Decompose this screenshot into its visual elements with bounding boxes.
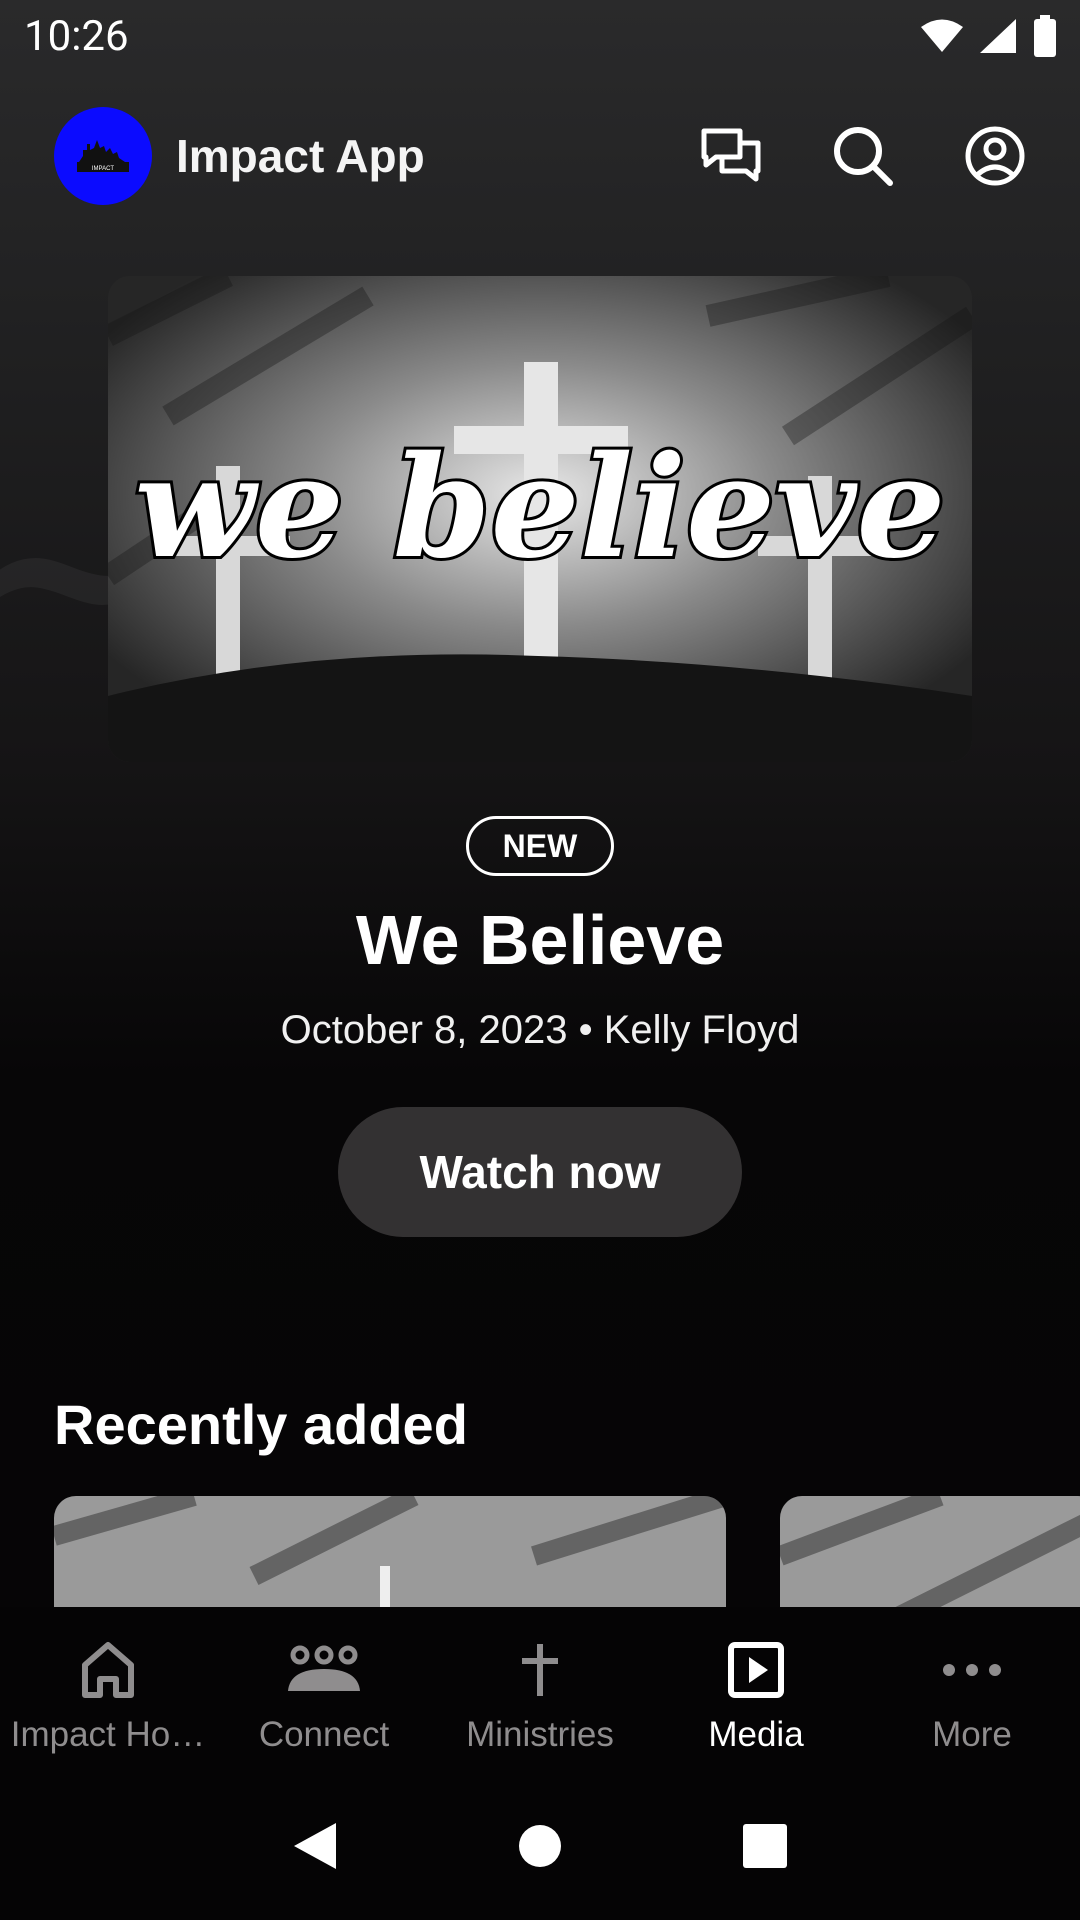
sermon-title: We Believe — [355, 901, 725, 979]
we-believe-artwork: we believe — [108, 276, 972, 762]
play-square-icon — [718, 1639, 794, 1701]
nav-label: Impact Ho… — [10, 1715, 206, 1754]
app-bar: IMPACT Impact App — [0, 104, 1080, 208]
nav-label: Connect — [258, 1715, 390, 1754]
people-group-icon — [286, 1639, 362, 1701]
bottom-navigation: Impact Ho… Connect Ministries Media More — [0, 1607, 1080, 1772]
recent-media-card[interactable] — [780, 1496, 1080, 1608]
watch-now-button[interactable]: Watch now — [338, 1107, 742, 1237]
recent-media-card[interactable] — [54, 1496, 726, 1608]
back-icon[interactable] — [292, 1821, 338, 1871]
svg-text:IMPACT: IMPACT — [92, 166, 115, 172]
nav-label: Media — [708, 1715, 804, 1754]
cell-signal-icon — [980, 19, 1016, 53]
battery-icon — [1034, 15, 1056, 57]
impact-logo-icon: IMPACT — [77, 140, 129, 172]
account-circle-icon — [965, 126, 1025, 186]
recently-added-title: Recently added — [54, 1393, 468, 1456]
nav-item-connect[interactable]: Connect — [216, 1607, 432, 1772]
chat-bubbles-icon — [701, 128, 761, 182]
search-icon — [834, 127, 893, 186]
account-button[interactable] — [964, 125, 1026, 187]
recents-square-icon[interactable] — [742, 1823, 788, 1869]
recent-media-thumbnail — [54, 1496, 726, 1608]
status-icons — [920, 15, 1058, 57]
status-bar: 10:26 — [0, 0, 1080, 72]
home-circle-icon[interactable] — [518, 1824, 562, 1868]
nav-label: Ministries — [466, 1715, 614, 1754]
status-time: 10:26 — [24, 11, 129, 61]
search-button[interactable] — [832, 125, 894, 187]
screen: ~~~~ 10:26 IMPACT Impact App — [0, 0, 1080, 1920]
nav-item-media[interactable]: Media — [648, 1607, 864, 1772]
svg-text:we believe: we believe — [134, 426, 945, 590]
app-actions — [700, 125, 1026, 187]
sermon-meta: October 8, 2023 • Kelly Floyd — [280, 1008, 800, 1052]
wifi-icon — [921, 19, 963, 52]
recent-media-thumbnail — [780, 1496, 1080, 1608]
app-logo[interactable]: IMPACT — [54, 107, 152, 205]
system-navigation-bar — [0, 1772, 1080, 1920]
nav-item-impact-home[interactable]: Impact Ho… — [0, 1607, 216, 1772]
more-dots-icon — [934, 1639, 1010, 1701]
hero-sermon-image[interactable]: we believe — [108, 276, 972, 762]
messages-button[interactable] — [700, 125, 762, 187]
nav-label: More — [932, 1715, 1012, 1754]
cross-icon — [502, 1639, 578, 1701]
nav-item-more[interactable]: More — [864, 1607, 1080, 1772]
home-icon — [70, 1639, 146, 1701]
app-title: Impact App — [176, 130, 425, 182]
new-badge: NEW — [466, 816, 614, 876]
nav-item-ministries[interactable]: Ministries — [432, 1607, 648, 1772]
